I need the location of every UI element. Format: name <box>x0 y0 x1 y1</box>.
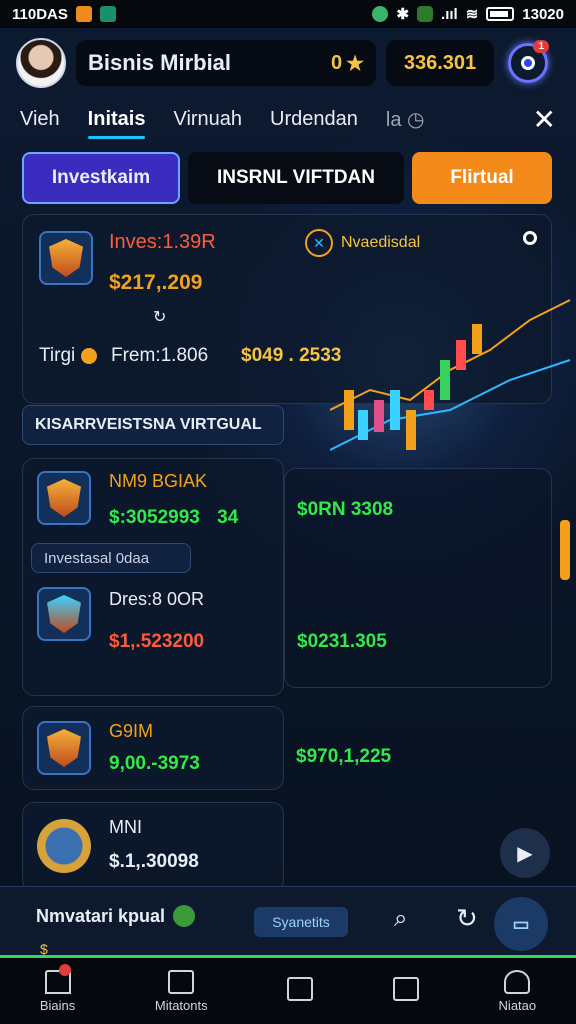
card-3-right-value: $970,1,225 <box>296 746 392 767</box>
coin-icon <box>81 348 98 364</box>
signal-icon: .ııl <box>441 5 458 23</box>
card-4-title: MNI <box>109 817 142 837</box>
refresh-icon[interactable]: ↻ <box>456 903 478 934</box>
search-icon[interactable]: ⌕ <box>394 905 407 933</box>
bluetooth-icon: ✱ <box>396 6 410 23</box>
action-button[interactable]: ▭ <box>494 897 548 951</box>
hero-shield-icon <box>39 231 93 285</box>
small-arrow-icon: ↻ <box>153 309 167 326</box>
tab-urdendan[interactable]: Urdendan <box>270 108 358 131</box>
bottom-nav: Biains Mitatonts Niatao <box>0 958 576 1024</box>
card-4-value: $.1,.30098 <box>109 851 199 872</box>
nav-profile[interactable]: Niatao <box>499 969 536 1013</box>
hero-from: Frem:1.806 <box>111 345 209 366</box>
chart-decoration <box>330 299 571 451</box>
book-icon <box>392 977 419 1001</box>
hero-tag: Tirgi <box>39 345 98 367</box>
title-pill: Bisnis Mirbial 0 ★ <box>76 40 376 86</box>
globe-icon <box>173 905 196 927</box>
avatar[interactable] <box>16 38 66 88</box>
card-sword-icon <box>37 587 91 641</box>
category-invest-button[interactable]: Investkaim <box>22 152 180 204</box>
candles <box>344 324 482 450</box>
home-badge <box>59 963 72 976</box>
bottom-toolbar: Nmvatari kpual Syanetits ⌕ ↻ ▭ $ <box>0 886 576 958</box>
star-icon: ★ <box>346 52 364 75</box>
card-1-title: NM9 BGIAK <box>109 471 208 491</box>
values-panel: $0RN 3308 $0231.305 <box>284 468 552 688</box>
tab-bar: Vieh Initais Virnuah Urdendan la ◷ ✕ <box>0 98 576 140</box>
app-title: Bisnis Mirbial <box>88 50 232 75</box>
upload-icon <box>287 977 314 1001</box>
category-virtual-button[interactable]: INSRNL VIFTDAN <box>188 152 404 204</box>
card-3[interactable]: G9IM 9,00.-3973 <box>22 706 284 790</box>
side-handle[interactable] <box>560 520 570 580</box>
chip-button[interactable]: Syanetits <box>254 907 348 937</box>
hero-mid-value: $049 . 2533 <box>241 345 342 366</box>
card-4[interactable]: MNI $.1,.30098 <box>22 802 284 892</box>
section-label: KISARRVEISTSNA VIRTGUAL <box>22 405 284 445</box>
card-4-medal-icon <box>37 819 91 873</box>
card-2-title: Dres:8 0OR <box>109 589 205 609</box>
nav-upload[interactable] <box>287 977 314 1005</box>
play-button[interactable]: ▶ <box>500 828 550 878</box>
invest-pill: Investasal 0daa <box>31 543 191 573</box>
app-header: Bisnis Mirbial 0 ★ 336.301 1 <box>0 28 576 98</box>
star-count: 0 ★ <box>330 51 364 75</box>
battery-icon <box>486 7 515 21</box>
status-time-left: 110DAS <box>12 5 68 23</box>
tab-virnuah[interactable]: Virnuah <box>173 108 242 131</box>
category-flirtual-button[interactable]: Flirtual <box>412 152 552 204</box>
hero-value: $217,.209 <box>109 271 203 294</box>
balance-pill[interactable]: 336.301 <box>386 40 494 86</box>
category-buttons: Investkaim INSRNL VIFTDAN Flirtual <box>22 152 554 204</box>
card-1-right-value: $0RN 3308 <box>297 499 394 520</box>
notification-icon <box>521 56 535 70</box>
nav-list[interactable]: Mitatonts <box>155 969 208 1013</box>
notification-badge: 1 <box>533 40 549 53</box>
app-icon <box>372 6 389 22</box>
card-3-value: 9,00.-3973 <box>109 753 200 774</box>
hero-right-header: ✕ Nvaedisdal <box>305 229 420 257</box>
app-notification-icon <box>75 6 92 22</box>
wifi-icon: ≋ <box>465 6 479 23</box>
tab-la[interactable]: la ◷ <box>386 107 425 132</box>
card-3-shield-icon <box>37 721 91 775</box>
profile-icon <box>504 969 531 994</box>
play-icon: ▶ <box>517 842 533 865</box>
tab-vieh[interactable]: Vieh <box>20 108 60 131</box>
tablet-icon: ▭ <box>512 913 530 934</box>
message-notification-icon <box>99 6 116 22</box>
list-icon <box>168 969 195 994</box>
card-2-right-value: $0231.305 <box>297 631 387 652</box>
balance-value: 336.301 <box>403 51 477 74</box>
clock-icon: ◷ <box>407 108 425 131</box>
card-shield-icon <box>37 471 91 525</box>
bottom-peek: $ <box>40 941 48 957</box>
nav-home[interactable]: Biains <box>40 963 75 1013</box>
location-icon <box>417 6 434 22</box>
bottom-label: Nmvatari kpual <box>36 905 196 927</box>
crypto-icon: ✕ <box>305 229 333 257</box>
nav-book[interactable] <box>392 977 419 1005</box>
card-2-value: $1,.523200 <box>109 631 205 652</box>
close-icon[interactable]: ✕ <box>533 103 556 136</box>
tab-initais[interactable]: Initais <box>87 108 145 139</box>
card-group-1[interactable]: NM9 BGIAK $:3052993 34 Investasal 0daa D… <box>22 458 284 696</box>
notification-button[interactable]: 1 <box>508 40 549 83</box>
status-bar: 110DAS ✱ .ııl ≋ 13020 <box>0 0 576 28</box>
card-3-title: G9IM <box>109 721 154 741</box>
card-1-value: $:3052993 34 <box>109 507 239 528</box>
status-time-right: 13020 <box>522 5 564 23</box>
hero-title: Inves:1.39R <box>109 231 216 253</box>
radio-icon[interactable] <box>523 231 537 245</box>
